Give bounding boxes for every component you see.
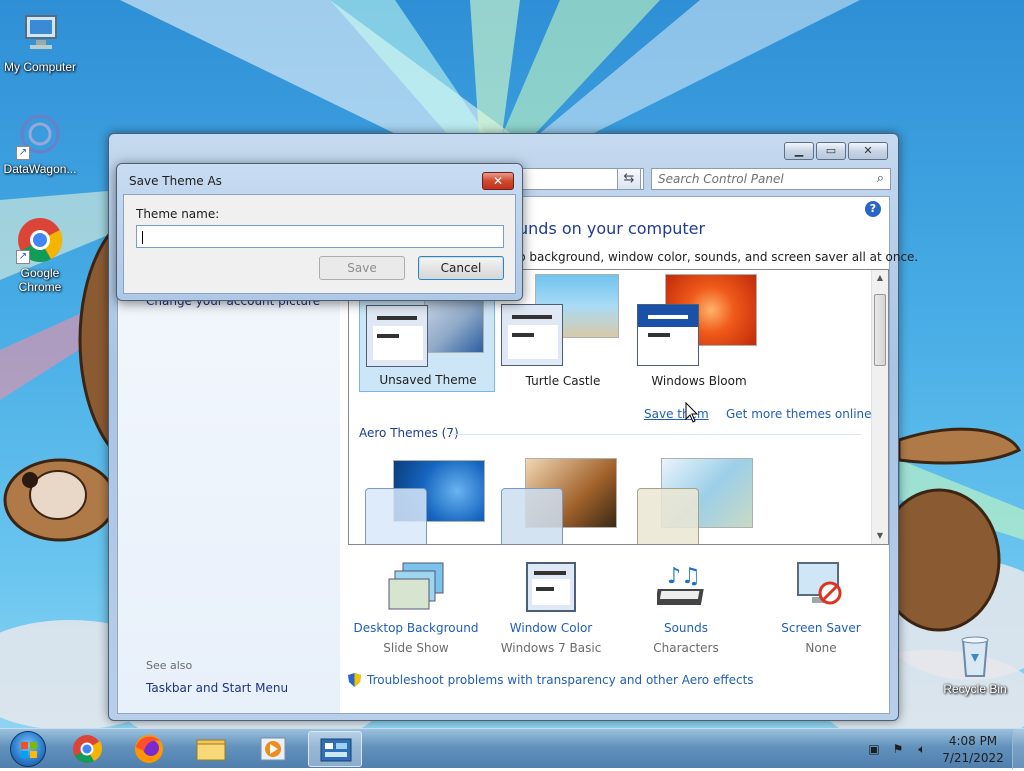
theme-window-thumb [366, 305, 428, 367]
theme-windows-bloom[interactable]: Windows Bloom [631, 270, 767, 392]
desktop-icon-label: Google Chrome [18, 266, 62, 294]
refresh-button[interactable]: ⇆ [617, 168, 641, 190]
firefox-icon [135, 735, 163, 763]
desktop-background-icon [387, 559, 445, 617]
taskbar-control-panel[interactable] [308, 731, 362, 767]
wallpaper-turtle-right [899, 427, 1022, 632]
scroll-up-icon[interactable]: ▲ [872, 270, 888, 286]
window-caption-buttons: ▁ ▭ ✕ [784, 142, 888, 160]
desktop-icon-datawagon[interactable]: ↗ DataWagon... [0, 112, 80, 176]
troubleshoot-link-text[interactable]: Troubleshoot problems with transparency … [367, 673, 754, 687]
taskbar-explorer[interactable] [184, 731, 238, 767]
help-icon[interactable]: ? [865, 201, 881, 217]
scrollbar-thumb[interactable] [874, 294, 886, 366]
chrome-icon: ↗ [16, 216, 64, 264]
search-input[interactable]: Search Control Panel ⌕ [651, 168, 891, 190]
troubleshoot-link[interactable]: Troubleshoot problems with transparency … [348, 673, 754, 687]
clock-date[interactable]: 7/21/2022 [940, 751, 1006, 765]
dialog-body: Theme name: Save Cancel [123, 194, 516, 294]
shortcut-arrow-icon: ↗ [16, 146, 30, 160]
mouse-cursor-icon [685, 402, 699, 423]
aero-themes-header: Aero Themes (7) [359, 426, 459, 440]
screen-saver-option[interactable]: Screen Saver None [756, 559, 886, 655]
taskbar: ▣ ⚑ 🔈︎ 4:08 PM 7/21/2022 [0, 728, 1024, 769]
desktop-icon-recycle-bin[interactable]: Recycle Bin [935, 632, 1015, 696]
option-title[interactable]: Window Color [486, 621, 616, 635]
cancel-button[interactable]: Cancel [418, 256, 504, 280]
desktop-icon-label: My Computer [3, 60, 77, 74]
chrome-icon [73, 735, 103, 763]
svg-text:♪♫: ♪♫ [667, 564, 701, 589]
get-more-themes-link[interactable]: Get more themes online [726, 407, 872, 421]
desktop-icon-my-computer[interactable]: My Computer [0, 10, 80, 74]
page-title: unds on your computer [518, 219, 706, 238]
option-value: Slide Show [383, 641, 449, 655]
recycle-bin-icon [951, 632, 999, 680]
theme-list-scrollbar[interactable]: ▲ ▼ [871, 270, 888, 544]
glass-thumb [501, 488, 563, 544]
option-title[interactable]: Screen Saver [756, 621, 886, 635]
sounds-option[interactable]: ♪♫ Sounds Characters [621, 559, 751, 655]
minimize-button[interactable]: ▁ [784, 142, 814, 160]
theme-list: Unsaved Theme Turtle Castle Windows Bloo… [348, 269, 889, 545]
taskbar-chrome[interactable] [60, 731, 114, 767]
search-placeholder: Search Control Panel [658, 172, 784, 186]
shortcut-arrow-icon: ↗ [16, 250, 30, 264]
option-title[interactable]: Desktop Background [351, 621, 481, 635]
computer-icon [16, 10, 64, 58]
screen-saver-icon [792, 559, 850, 617]
close-button[interactable]: ✕ [848, 142, 888, 160]
window-color-option[interactable]: Window Color Windows 7 Basic [486, 559, 616, 655]
volume-icon[interactable]: 🔈︎ [914, 741, 930, 757]
taskbar-start-menu-link[interactable]: Taskbar and Start Menu [146, 681, 288, 695]
clock-time[interactable]: 4:08 PM [940, 734, 1006, 748]
taskbar-media-player[interactable] [246, 731, 300, 767]
search-icon[interactable]: ⌕ [877, 171, 884, 186]
aero-theme-windows7[interactable] [359, 454, 495, 544]
control-panel-icon [320, 738, 352, 762]
desktop-background-option[interactable]: Desktop Background Slide Show [351, 559, 481, 655]
taskbar-firefox[interactable] [122, 731, 176, 767]
show-desktop-button[interactable] [1012, 729, 1024, 769]
aero-theme-architecture[interactable] [495, 454, 631, 544]
glass-thumb [365, 488, 427, 544]
text-caret [142, 231, 143, 244]
shield-icon [348, 673, 361, 687]
theme-name: Unsaved Theme [379, 373, 477, 387]
save-theme-dialog: Save Theme As ✕ Theme name: Save Cancel [116, 163, 523, 301]
theme-window-thumb [501, 304, 563, 366]
save-button[interactable]: Save [319, 256, 405, 280]
glass-thumb [637, 488, 699, 544]
option-value: Windows 7 Basic [500, 641, 602, 655]
theme-name-input[interactable] [136, 225, 504, 248]
desktop-icon-google-chrome[interactable]: ↗ Google Chrome [0, 216, 80, 294]
aero-theme-characters[interactable] [631, 454, 767, 544]
page-description: p background, window color, sounds, and … [518, 250, 919, 264]
sounds-icon: ♪♫ [654, 559, 715, 617]
datawagon-icon: ↗ [16, 112, 64, 160]
window-color-icon [522, 559, 580, 617]
folder-icon [196, 739, 226, 761]
option-value: Characters [653, 641, 719, 655]
dialog-title: Save Theme As [129, 174, 222, 188]
desktop-icon-label: Recycle Bin [943, 682, 1007, 696]
action-center-flag-icon[interactable]: ⚑ [890, 741, 906, 757]
theme-name: Turtle Castle [525, 374, 601, 388]
scroll-down-icon[interactable]: ▼ [872, 528, 888, 544]
dialog-close-button[interactable]: ✕ [482, 172, 514, 190]
option-title[interactable]: Sounds [621, 621, 751, 635]
windows-logo-icon [21, 742, 37, 758]
refresh-icon: ⇆ [623, 171, 635, 186]
start-button[interactable] [10, 731, 46, 767]
option-value: None [805, 641, 837, 655]
desktop-icon-label: DataWagon... [3, 162, 77, 176]
media-player-icon [260, 737, 286, 761]
theme-window-thumb [637, 304, 699, 366]
divider [449, 434, 861, 435]
theme-name-label: Theme name: [136, 207, 220, 221]
maximize-button[interactable]: ▭ [816, 142, 846, 160]
see-also-label: See also [146, 659, 193, 672]
theme-name: Windows Bloom [651, 374, 747, 388]
network-icon[interactable]: ▣ [866, 741, 882, 757]
